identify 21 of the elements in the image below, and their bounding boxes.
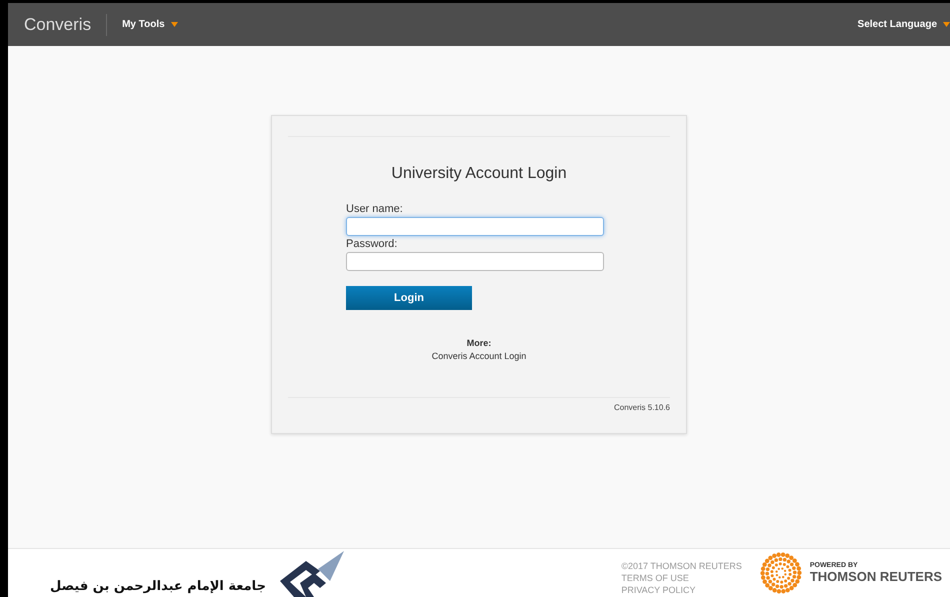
brand-name: THOMSON REUTERS [810, 569, 942, 584]
more-heading: More: [466, 338, 492, 348]
version-text: Converis 5.10.6 [614, 403, 670, 412]
footer-link[interactable]: PRIVACY POLICY [621, 584, 742, 596]
university-name: جامعة الإمام عبدالرحمن بن فيصل [50, 579, 266, 596]
university-emblem-icon [280, 551, 344, 597]
footer-link[interactable]: TERMS OF USE [621, 572, 742, 584]
account-login-link[interactable]: Converis Account Login [432, 351, 526, 361]
input-field[interactable] [346, 252, 604, 271]
login-button[interactable]: Login [346, 286, 472, 310]
footer-link[interactable]: ©2017 THOMSON REUTERS [621, 560, 742, 572]
field-label: Password: [346, 238, 398, 250]
language-menu[interactable]: Select Language [858, 19, 950, 30]
login-title: University Account Login [390, 165, 568, 183]
app-name: Converis [24, 14, 108, 36]
my-tools-menu[interactable]: My Tools [122, 19, 178, 30]
caret-icon [943, 22, 950, 27]
dotted-circle-logo-icon [760, 552, 802, 594]
field-label: User name: [346, 203, 404, 215]
caret-icon [170, 22, 178, 27]
input-field[interactable] [346, 217, 604, 236]
